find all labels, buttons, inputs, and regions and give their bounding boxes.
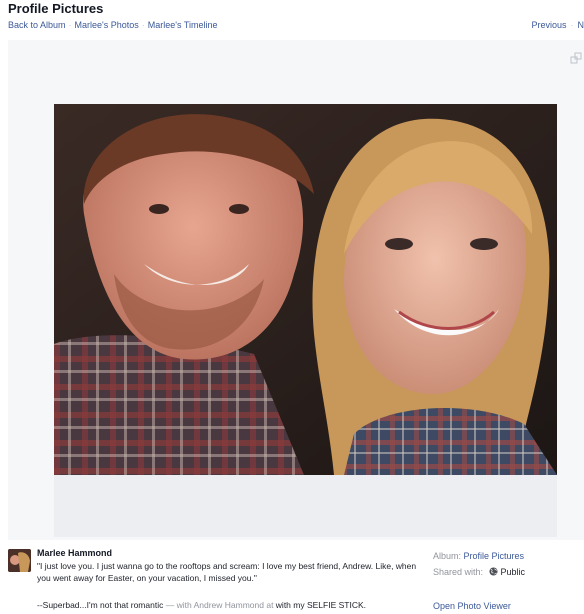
album-line: Album: Profile Pictures — [433, 548, 525, 564]
timeline-link[interactable]: Marlee's Timeline — [148, 20, 218, 30]
photo-footer: Marlee Hammond "I just love you. I just … — [0, 540, 584, 614]
album-link[interactable]: Profile Pictures — [464, 551, 525, 561]
post-author[interactable]: Marlee Hammond — [37, 548, 112, 558]
globe-icon — [488, 567, 498, 576]
back-to-album-link[interactable]: Back to Album — [8, 20, 66, 30]
breadcrumb-separator: · — [141, 20, 145, 30]
next-link[interactable]: N — [578, 20, 584, 30]
breadcrumb: Back to Album · Marlee's Photos · Marlee's T… — [8, 20, 218, 30]
album-label: Album: — [433, 551, 464, 561]
page-title: Profile Pictures — [8, 1, 104, 16]
photo-navigation: Previous · N — [531, 20, 584, 30]
tagged-person-link[interactable]: Andrew Hammond — [194, 600, 264, 610]
photo-stage — [8, 40, 584, 540]
with-prefix: — with — [163, 600, 194, 610]
breadcrumb-separator: · — [68, 20, 72, 30]
post-tag-line: --Superbad...I'm not that romantic — wit… — [37, 599, 437, 611]
post-caption: "I just love you. I just wanna go to the… — [37, 561, 417, 583]
nav-separator: · — [570, 20, 574, 30]
privacy-line: Shared with: Public — [433, 564, 525, 580]
at-prefix: at — [263, 600, 276, 610]
profile-photo[interactable] — [54, 104, 557, 475]
photos-link[interactable]: Marlee's Photos — [75, 20, 139, 30]
expand-icon[interactable] — [570, 52, 582, 64]
shared-label: Shared with: — [433, 567, 484, 577]
avatar[interactable] — [8, 549, 31, 572]
photo-meta: Album: Profile Pictures Shared with: Pub… — [433, 548, 525, 611]
privacy-value[interactable]: Public — [501, 567, 526, 577]
photo-backdrop — [54, 475, 557, 537]
open-photo-viewer-link[interactable]: Open Photo Viewer — [433, 598, 511, 614]
tagged-place[interactable]: with my SELFIE STICK. — [276, 600, 366, 610]
post-signature: --Superbad...I'm not that romantic — [37, 600, 164, 610]
previous-link[interactable]: Previous — [531, 20, 566, 30]
